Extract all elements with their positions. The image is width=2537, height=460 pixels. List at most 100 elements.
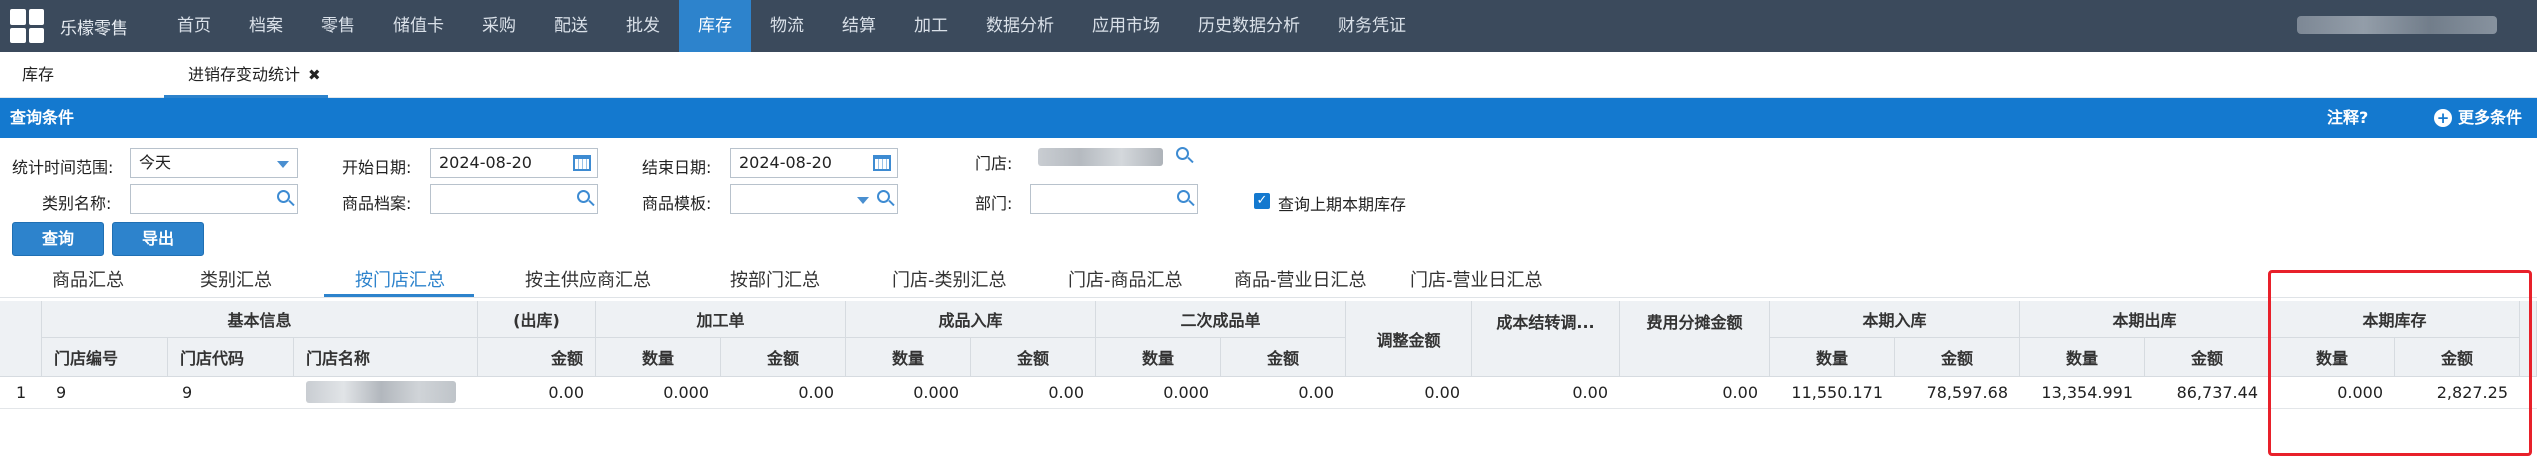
page-tab-label: 进销存变动统计 — [188, 65, 301, 84]
product-input[interactable] — [430, 184, 598, 214]
search-icon[interactable] — [877, 190, 890, 203]
subtab-store-category[interactable]: 门店-类别汇总 — [892, 266, 1007, 292]
dept-label: 部门: — [975, 194, 1013, 213]
store-input[interactable] — [1030, 142, 1196, 172]
search-icon[interactable] — [1177, 190, 1190, 203]
cell-store-no: 9 — [56, 383, 67, 402]
header-store-name: 门店名称 — [294, 338, 478, 377]
chevron-down-icon — [277, 161, 289, 168]
cell-in-amount: 78,597.68 — [1926, 383, 2008, 402]
help-link[interactable]: 注释? — [2327, 98, 2368, 138]
dept-input[interactable] — [1030, 184, 1198, 214]
subtab-store-day[interactable]: 门店-营业日汇总 — [1410, 266, 1543, 292]
product-label: 商品档案: — [342, 194, 412, 213]
highlight-annotation-box — [2268, 270, 2532, 456]
header-in-qty: 数量 — [1770, 338, 1895, 377]
header-basic-info: 基本信息 — [42, 301, 478, 338]
header-cost-carry: 成本结转调... — [1472, 301, 1620, 377]
subtab-product-day[interactable]: 商品-营业日汇总 — [1234, 266, 1367, 292]
cell-store-name-blurred — [306, 381, 456, 403]
header-finished-amount: 金额 — [971, 338, 1096, 377]
row-index-header — [0, 301, 42, 377]
cell-secondary-qty: 0.000 — [1163, 383, 1209, 402]
app-grid-icon[interactable] — [10, 9, 44, 43]
cell-finished-qty: 0.000 — [913, 383, 959, 402]
subtab-dept-summary[interactable]: 按部门汇总 — [730, 266, 820, 292]
start-date-input[interactable]: 2024-08-20 — [430, 148, 598, 178]
nav-item-distribution[interactable]: 配送 — [535, 0, 607, 52]
nav-item-wholesale[interactable]: 批发 — [607, 0, 679, 52]
range-select[interactable]: 今天 — [130, 148, 298, 178]
prev-stock-label: 查询上期本期库存 — [1278, 195, 1407, 214]
export-button[interactable]: 导出 — [112, 222, 204, 256]
chevron-down-icon — [857, 197, 869, 204]
nav-item-retail[interactable]: 零售 — [302, 0, 374, 52]
category-input[interactable] — [130, 184, 298, 214]
header-adjust: 调整金额 — [1346, 301, 1472, 377]
category-label: 类别名称: — [42, 194, 112, 213]
more-conditions-label: 更多条件 — [2458, 108, 2523, 127]
top-nav: 乐檬零售 首页 档案 零售 储值卡 采购 配送 批发 库存 物流 结算 加工 数… — [0, 0, 2537, 52]
header-secondary-amount: 金额 — [1221, 338, 1346, 377]
header-out-qty: 数量 — [2020, 338, 2145, 377]
header-process: 加工单 — [596, 301, 846, 338]
header-finished-in: 成品入库 — [846, 301, 1096, 338]
header-finished-qty: 数量 — [846, 338, 971, 377]
subtab-category-summary[interactable]: 类别汇总 — [200, 266, 272, 292]
header-process-qty: 数量 — [596, 338, 721, 377]
nav-item-stored-value-card[interactable]: 储值卡 — [374, 0, 463, 52]
cell-out-amount: 0.00 — [548, 383, 584, 402]
query-button[interactable]: 查询 — [12, 222, 104, 256]
template-label: 商品模板: — [642, 194, 712, 213]
header-out: (出库) — [478, 301, 596, 338]
header-process-amount: 金额 — [721, 338, 846, 377]
template-select[interactable] — [730, 184, 898, 214]
subtab-product-summary[interactable]: 商品汇总 — [52, 266, 124, 292]
header-out-amount: 金额 — [478, 338, 596, 377]
nav-item-archive[interactable]: 档案 — [230, 0, 302, 52]
nav-item-home[interactable]: 首页 — [158, 0, 230, 52]
subtab-store-product[interactable]: 门店-商品汇总 — [1068, 266, 1183, 292]
subtab-supplier-summary[interactable]: 按主供应商汇总 — [525, 266, 651, 292]
nav-item-finance-voucher[interactable]: 财务凭证 — [1319, 0, 1425, 52]
close-icon[interactable]: ✖ — [308, 66, 321, 84]
nav-item-inventory[interactable]: 库存 — [679, 0, 751, 52]
header-fee-share: 费用分摊金额 — [1620, 301, 1770, 377]
brand-name: 乐檬零售 — [60, 18, 128, 39]
nav-item-history-analysis[interactable]: 历史数据分析 — [1179, 0, 1319, 52]
cell-store-code: 9 — [182, 383, 193, 402]
nav-item-settlement[interactable]: 结算 — [823, 0, 895, 52]
cell-secondary-amount: 0.00 — [1298, 383, 1334, 402]
nav-item-logistics[interactable]: 物流 — [751, 0, 823, 52]
prev-stock-checkbox[interactable]: ✓ — [1254, 193, 1270, 209]
header-out-amt: 金额 — [2145, 338, 2270, 377]
search-icon[interactable] — [1176, 147, 1189, 160]
store-label: 门店: — [975, 154, 1013, 173]
more-conditions-button[interactable]: + 更多条件 — [2434, 98, 2522, 138]
row-divider — [0, 408, 2537, 409]
start-date-label: 开始日期: — [342, 158, 412, 177]
nav-item-app-market[interactable]: 应用市场 — [1073, 0, 1179, 52]
cell-fee-share: 0.00 — [1722, 383, 1758, 402]
nav-item-processing[interactable]: 加工 — [895, 0, 967, 52]
end-date-input[interactable]: 2024-08-20 — [730, 148, 898, 178]
store-value-blurred — [1038, 148, 1163, 166]
cell-adjust: 0.00 — [1424, 383, 1460, 402]
header-period-in: 本期入库 — [1770, 301, 2020, 338]
nav-item-purchase[interactable]: 采购 — [463, 0, 535, 52]
search-icon[interactable] — [277, 190, 290, 203]
subtab-store-summary[interactable]: 按门店汇总 — [355, 266, 445, 292]
cell-process-amount: 0.00 — [798, 383, 834, 402]
page-tab-stock-change[interactable]: 进销存变动统计 ✖ — [164, 52, 328, 98]
header-store-code: 门店代码 — [168, 338, 294, 377]
calendar-icon[interactable] — [573, 155, 591, 171]
query-bar-title: 查询条件 — [10, 108, 75, 127]
calendar-icon[interactable] — [873, 155, 891, 171]
search-icon[interactable] — [577, 190, 590, 203]
plus-icon: + — [2434, 109, 2452, 127]
user-info-blurred[interactable] — [2297, 16, 2497, 34]
cell-in-qty: 11,550.171 — [1791, 383, 1883, 402]
nav-item-data-analysis[interactable]: 数据分析 — [967, 0, 1073, 52]
query-bar: 查询条件 注释? + 更多条件 — [0, 98, 2537, 138]
page-tab-inventory[interactable]: 库存 — [22, 52, 54, 98]
